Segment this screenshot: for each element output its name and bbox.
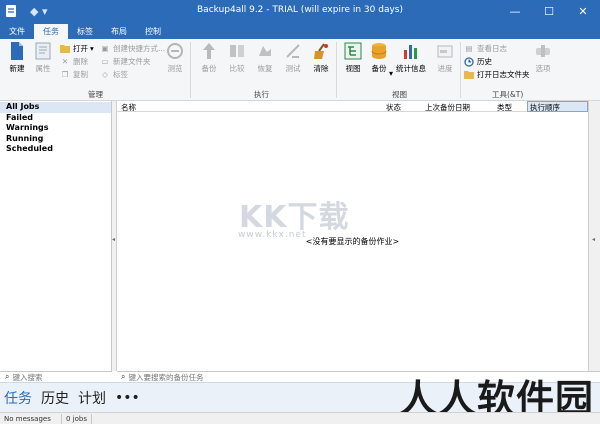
group-label-execute: 执行 — [254, 90, 269, 99]
tab-tags[interactable]: 标签 — [68, 24, 102, 39]
settings-button[interactable]: 选项 — [528, 41, 558, 74]
nav-more[interactable]: ••• — [115, 390, 140, 406]
status-messages: No messages — [0, 413, 62, 424]
filter-warnings[interactable]: Warnings — [0, 123, 111, 134]
column-header-type[interactable]: 类型 — [497, 102, 512, 113]
filter-panel: All Jobs Failed Warnings Running Schedul… — [0, 101, 112, 371]
new-folder-button[interactable]: ▭ 新建文件夹 — [100, 56, 150, 67]
delete-icon: ✕ — [61, 57, 69, 66]
bar-chart-icon — [401, 41, 421, 61]
backup-icon — [199, 41, 219, 61]
right-splitter[interactable]: ◂ — [588, 101, 600, 371]
shortcut-icon: ▣ — [101, 44, 109, 53]
delete-button[interactable]: ✕ 删除 — [60, 56, 88, 67]
search-icon: ⌕ — [121, 372, 126, 381]
group-separator — [460, 42, 461, 98]
collapse-arrow-icon: ◂ — [112, 236, 116, 243]
job-grid: 名称 状态 上次备份日期 类型 执行顺序 <没有要显示的备份作业> — [117, 101, 588, 371]
tag-button[interactable]: ◇ 标签 — [100, 69, 128, 80]
tab-file[interactable]: 文件 — [0, 24, 34, 39]
copy-icon: ❐ — [61, 70, 69, 79]
browse-icon — [165, 41, 185, 61]
maximize-button[interactable]: ☐ — [532, 0, 566, 22]
statistics-button[interactable]: 统计信息 — [396, 41, 426, 74]
tab-layout[interactable]: 布局 — [102, 24, 136, 39]
expand-arrow-icon: ◂ — [592, 236, 596, 243]
filter-running[interactable]: Running — [0, 134, 111, 145]
copy-button[interactable]: ❐ 复制 — [60, 69, 88, 80]
close-button[interactable]: ✕ — [566, 0, 600, 22]
filter-search-bar: ⌕ — [0, 371, 112, 382]
open-button[interactable]: 打开 ▾ — [60, 43, 94, 54]
column-header-order[interactable]: 执行顺序 — [527, 101, 588, 112]
open-folder-icon — [60, 44, 70, 54]
group-label-manage: 管理 — [88, 90, 103, 99]
restore-icon — [255, 41, 275, 61]
grid-header: 名称 状态 上次备份日期 类型 执行顺序 — [117, 101, 588, 112]
tag-icon: ◇ — [102, 70, 108, 79]
tree-view-icon — [343, 41, 363, 61]
kk-watermark-url: www.kkx.net — [238, 230, 307, 240]
create-shortcut-button[interactable]: ▣ 创建快捷方式... — [100, 43, 165, 54]
backup-button[interactable]: 备份 — [194, 41, 224, 74]
ribbon-tabs: 文件 任务 标签 布局 控制 — [0, 22, 600, 39]
nav-schedule[interactable]: 计划 — [78, 388, 106, 408]
cleanup-button[interactable]: 清除 — [306, 41, 336, 74]
search-icon: ⌕ — [5, 372, 10, 381]
minimize-button[interactable]: — — [498, 0, 532, 22]
column-header-status[interactable]: 状态 — [386, 102, 401, 113]
filter-scheduled[interactable]: Scheduled — [0, 144, 111, 155]
view-log-button[interactable]: ▤ 查看日志 — [464, 43, 507, 54]
folder-icon — [464, 70, 474, 80]
properties-button[interactable]: 属性 — [28, 41, 58, 74]
status-bar: No messages 0 jobs — [0, 412, 600, 424]
compare-button[interactable]: 比较 — [222, 41, 252, 74]
filter-all-jobs[interactable]: All Jobs — [0, 102, 111, 113]
broom-icon — [311, 41, 331, 61]
ribbon: 新建 属性 打开 ▾ ✕ 删除 ❐ 复制 ▣ 创建快捷方式... ▭ 新建文件夹 … — [0, 39, 600, 101]
properties-icon — [33, 41, 53, 61]
filter-failed[interactable]: Failed — [0, 113, 111, 124]
empty-grid-message: <没有要显示的备份作业> — [305, 237, 400, 246]
settings-icon — [533, 41, 553, 61]
folder-icon: ▭ — [101, 57, 109, 66]
column-header-name[interactable]: 名称 — [121, 102, 136, 113]
open-log-folder-button[interactable]: 打开日志文件夹 — [464, 69, 530, 80]
column-header-last-backup[interactable]: 上次备份日期 — [425, 102, 470, 113]
test-icon — [283, 41, 303, 61]
new-job-icon — [7, 41, 27, 61]
progress-icon — [435, 41, 455, 61]
log-icon: ▤ — [465, 44, 473, 53]
filter-search-input[interactable] — [12, 372, 109, 382]
history-button[interactable]: 历史 — [464, 56, 492, 67]
nav-history[interactable]: 历史 — [41, 388, 69, 408]
test-button[interactable]: 测试 — [278, 41, 308, 74]
browse-button[interactable]: 测览 — [160, 41, 190, 74]
group-label-tools: 工具(&T) — [492, 90, 524, 99]
nav-jobs[interactable]: 任务 — [4, 388, 32, 408]
tab-control[interactable]: 控制 — [136, 24, 170, 39]
catalog-view-button[interactable]: 备份 ▾ — [364, 41, 394, 78]
group-separator — [190, 42, 191, 98]
tab-jobs[interactable]: 任务 — [34, 24, 68, 39]
status-job-count: 0 jobs — [62, 413, 92, 424]
history-icon — [464, 56, 474, 67]
title-bar: ◆ ▾ Backup4all 9.2 - TRIAL (will expire … — [0, 0, 600, 22]
progress-button[interactable]: 进度 — [430, 41, 460, 74]
group-label-view: 视图 — [392, 90, 407, 99]
compare-icon — [227, 41, 247, 61]
restore-button[interactable]: 恢复 — [250, 41, 280, 74]
database-icon — [369, 41, 389, 61]
group-separator — [336, 42, 337, 98]
